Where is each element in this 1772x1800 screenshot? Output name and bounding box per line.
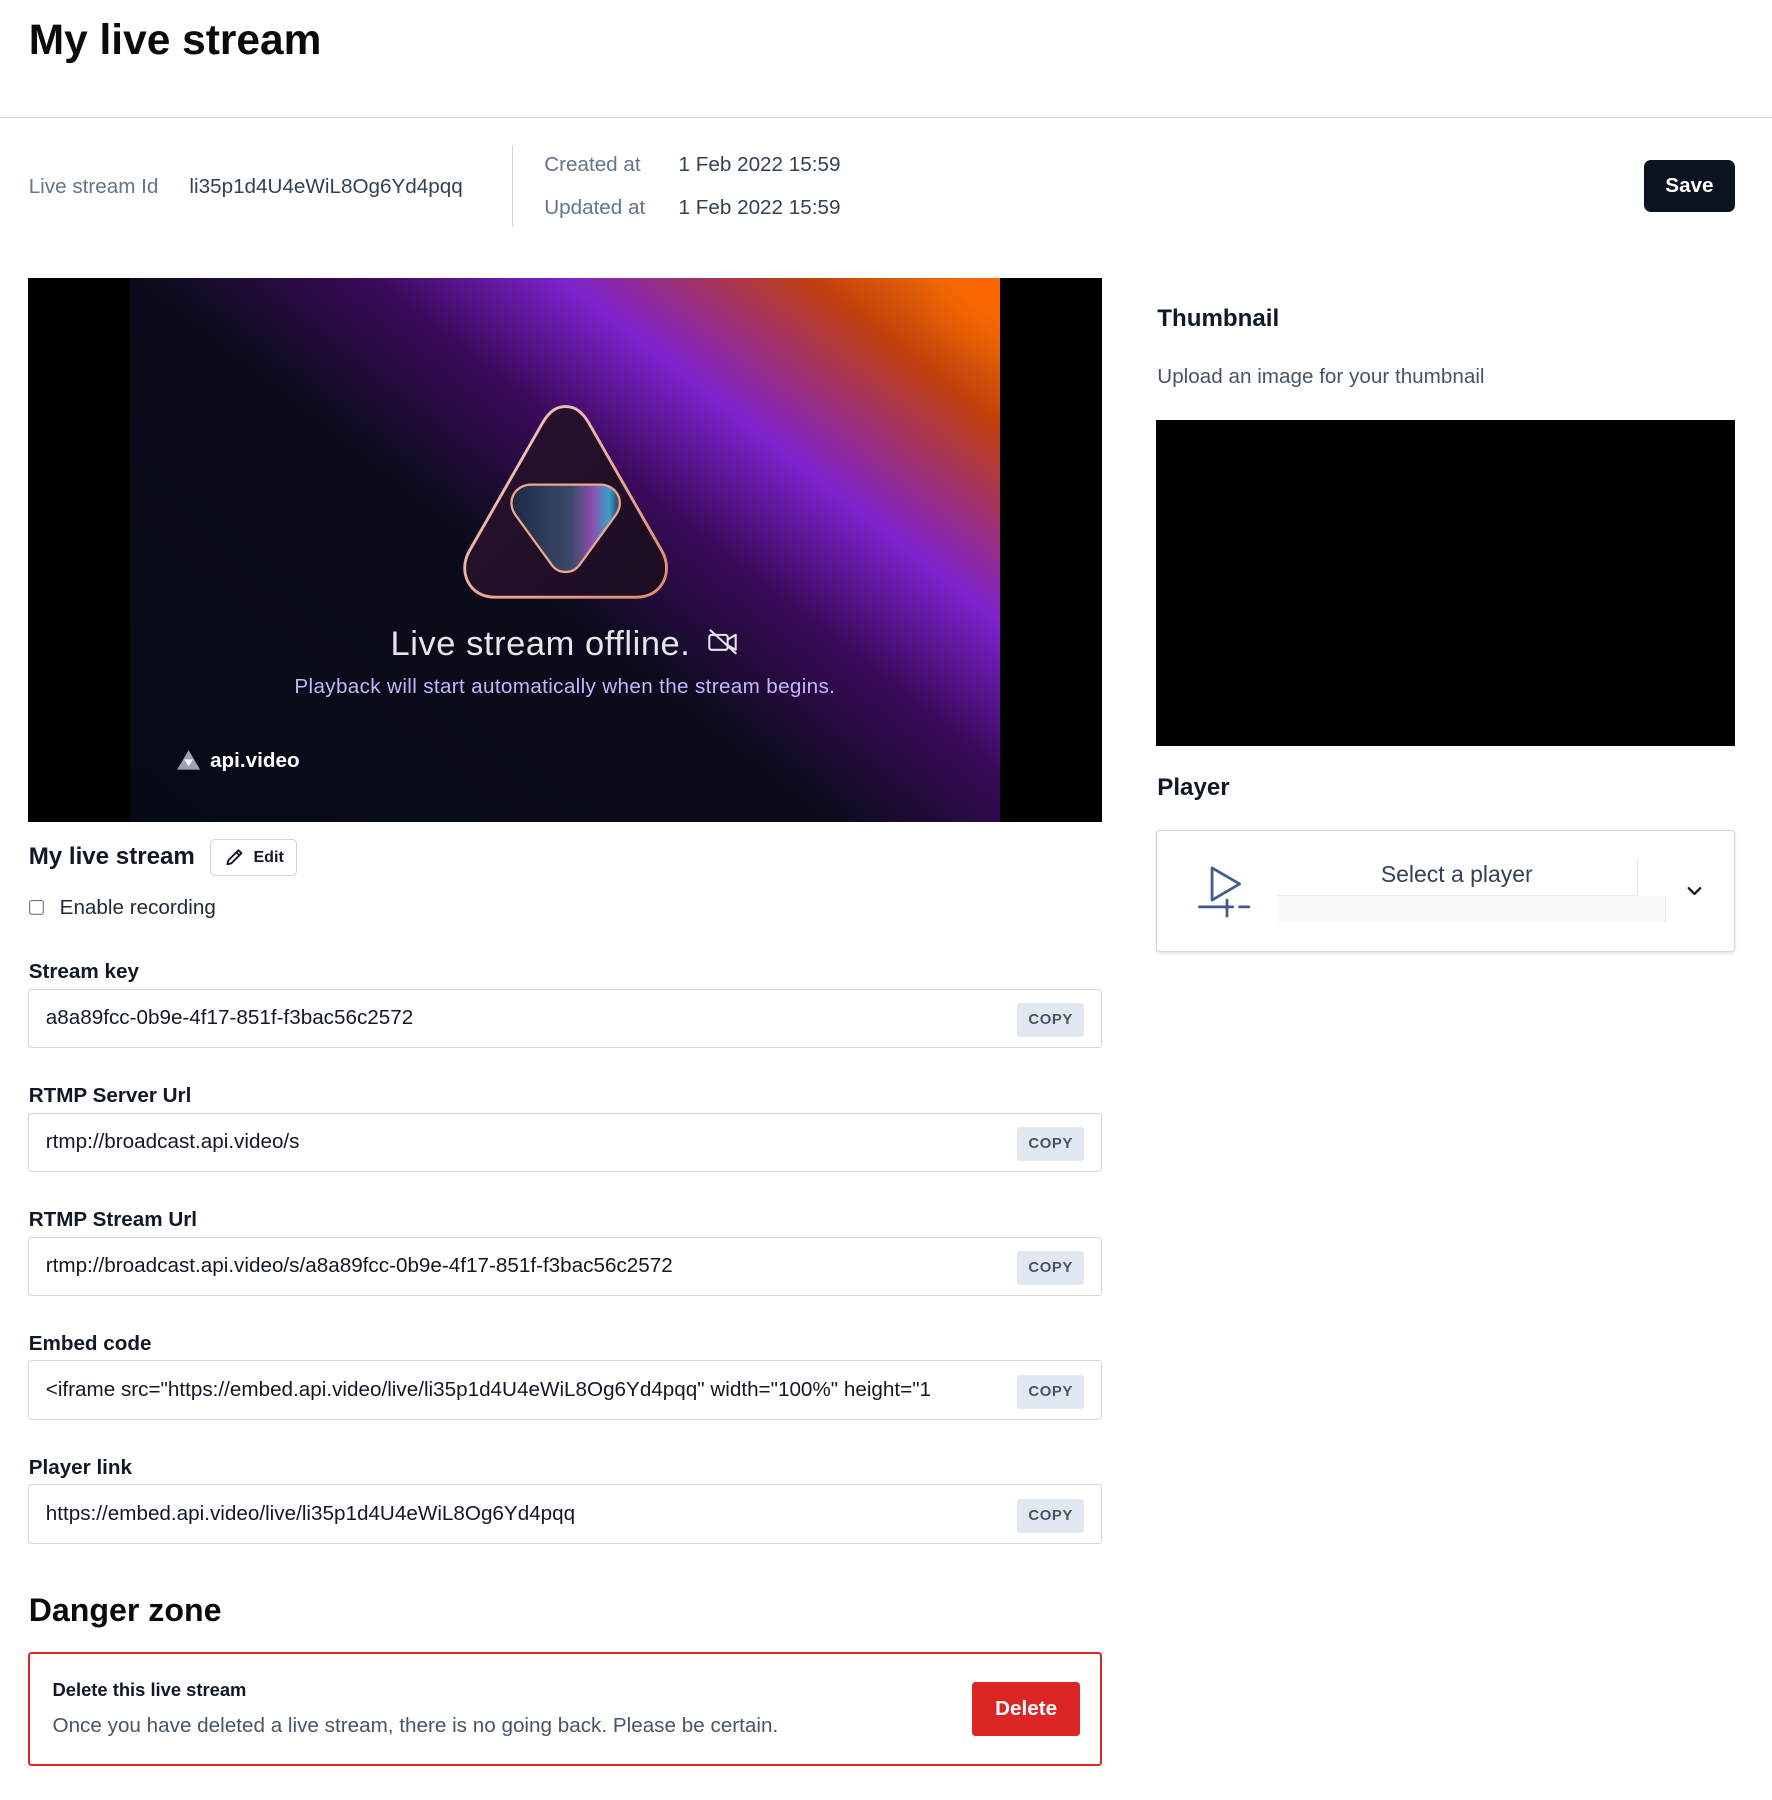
delete-stream-warning: Once you have deleted a live stream, the… — [52, 1713, 779, 1737]
embed-code-input[interactable] — [45, 1361, 999, 1419]
enable-recording-row[interactable]: Enable recording — [28, 895, 216, 920]
danger-zone-title: Danger zone — [28, 1592, 222, 1629]
enable-recording-checkbox[interactable] — [28, 900, 44, 915]
danger-zone-box: Delete this live stream Once you have de… — [27, 1652, 1103, 1766]
live-stream-page: My live stream Live stream Id li35p1d4U4… — [0, 0, 1772, 1791]
brand-name: api.video — [210, 748, 300, 772]
copy-player-link-button[interactable]: COPY — [1017, 1499, 1084, 1533]
playback-message: Playback will start automatically when t… — [294, 675, 836, 699]
player-title: Player — [1157, 773, 1230, 801]
play-outline-icon — [1198, 866, 1251, 918]
delete-button[interactable]: Delete — [972, 1681, 1081, 1736]
video-offline-poster: Live stream offline. Playback will start… — [129, 277, 1000, 823]
updated-at-label: Updated at — [544, 196, 646, 220]
copy-embed-code-button[interactable]: COPY — [1017, 1375, 1084, 1409]
save-button[interactable]: Save — [1644, 159, 1735, 213]
brand-watermark: api.video — [176, 749, 300, 773]
rtmp-server-url-label: RTMP Server Url — [28, 1083, 192, 1107]
rtmp-stream-url-label: RTMP Stream Url — [28, 1207, 198, 1231]
header-divider — [0, 117, 1772, 119]
embed-code-field: COPY — [27, 1360, 1103, 1421]
edit-name-button[interactable]: Edit — [210, 839, 298, 876]
meta-divider — [512, 144, 514, 228]
embed-code-label: Embed code — [28, 1331, 152, 1355]
player-link-label: Player link — [28, 1455, 133, 1479]
select-player-placeholder: Select a player — [1380, 860, 1533, 887]
rtmp-stream-url-field: COPY — [27, 1236, 1103, 1297]
player-link-field: COPY — [27, 1484, 1103, 1545]
player-link-input[interactable] — [45, 1485, 999, 1543]
pencil-icon — [226, 849, 242, 866]
camera-off-icon — [707, 628, 739, 661]
updated-at-value: 1 Feb 2022 15:59 — [678, 196, 841, 220]
rtmp-server-url-field: COPY — [27, 1112, 1103, 1173]
thumbnail-upload-area[interactable] — [1156, 420, 1735, 747]
copy-stream-key-button[interactable]: COPY — [1017, 1003, 1084, 1037]
stream-key-input[interactable] — [45, 989, 999, 1047]
delete-stream-heading: Delete this live stream — [52, 1679, 247, 1701]
live-stream-id-value: li35p1d4U4eWiL8Og6Yd4pqq — [189, 174, 463, 198]
page-title: My live stream — [28, 16, 322, 64]
player-select[interactable]: Select a player — [1156, 830, 1735, 952]
stream-key-label: Stream key — [28, 959, 139, 983]
video-player[interactable]: Live stream offline. Playback will start… — [27, 277, 1103, 823]
copy-rtmp-server-url-button[interactable]: COPY — [1017, 1127, 1084, 1161]
chevron-down-icon — [1687, 887, 1702, 896]
edit-label: Edit — [253, 848, 284, 867]
created-at-value: 1 Feb 2022 15:59 — [678, 152, 841, 176]
stream-key-field: COPY — [27, 988, 1103, 1049]
api-video-small-logo-icon — [176, 750, 200, 770]
api-video-logo — [463, 404, 669, 599]
offline-message: Live stream offline. — [390, 624, 691, 663]
rtmp-stream-url-input[interactable] — [45, 1237, 999, 1295]
created-at-label: Created at — [544, 152, 641, 176]
stream-name: My live stream — [28, 842, 195, 870]
thumbnail-title: Thumbnail — [1157, 305, 1280, 333]
rtmp-server-url-input[interactable] — [45, 1113, 999, 1171]
enable-recording-label: Enable recording — [59, 895, 216, 919]
copy-rtmp-stream-url-button[interactable]: COPY — [1017, 1251, 1084, 1285]
thumbnail-description: Upload an image for your thumbnail — [1157, 365, 1485, 389]
live-stream-id-label: Live stream Id — [28, 174, 159, 198]
